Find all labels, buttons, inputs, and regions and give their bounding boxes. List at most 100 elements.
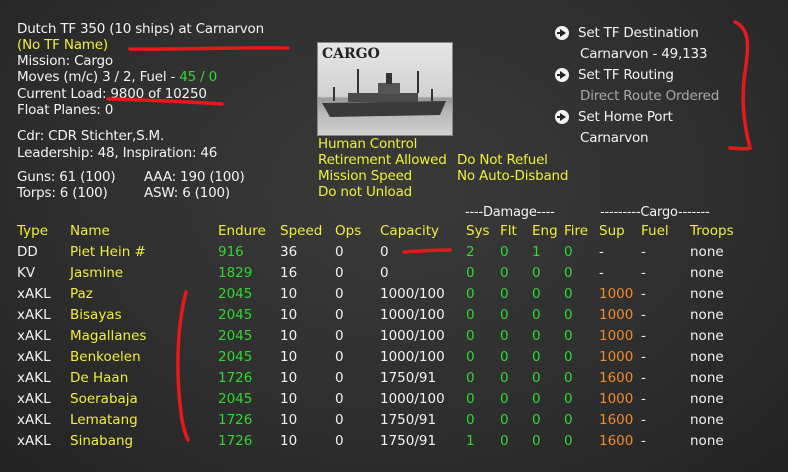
speed-cell: 10 bbox=[280, 390, 298, 407]
set-routing-button[interactable]: Set TF Routing bbox=[578, 67, 674, 83]
setting-disband[interactable]: No Auto-Disband bbox=[457, 168, 568, 184]
speed-cell: 10 bbox=[280, 327, 298, 344]
cargo-troops-cell: none bbox=[690, 243, 724, 260]
table-row[interactable]: xAKL Paz 2045 10 0 1000/100 0 0 0 0 1000- none bbox=[17, 283, 750, 304]
set-home-port-button[interactable]: Set Home Port bbox=[578, 109, 673, 125]
setting-human-control[interactable]: Human Control bbox=[318, 136, 417, 152]
set-destination-button[interactable]: Set TF Destination bbox=[578, 25, 699, 41]
arrow-right-circle-icon[interactable] bbox=[555, 68, 569, 82]
endurance-cell: 1726 bbox=[218, 411, 253, 428]
ship-name-cell[interactable]: Sinabang bbox=[70, 430, 218, 451]
table-row[interactable]: KV Jasmine 1829 16 0 0 0 0 0 0 - - none bbox=[17, 262, 750, 283]
col-endure[interactable]: Endure bbox=[218, 220, 280, 241]
damage-flt-cell: 0 bbox=[500, 348, 509, 365]
speed-cell: 16 bbox=[280, 264, 298, 281]
damage-fire-cell: 0 bbox=[564, 306, 573, 323]
col-eng[interactable]: Eng bbox=[532, 220, 564, 241]
col-flt[interactable]: Flt bbox=[500, 220, 532, 241]
capacity-cell: 1750/91 bbox=[380, 369, 437, 386]
table-row[interactable]: xAKL Benkoelen 2045 10 0 1000/100 0 0 0 0 1000- non… bbox=[17, 346, 750, 367]
col-sup[interactable]: Sup bbox=[599, 220, 641, 241]
col-troops[interactable]: Troops bbox=[690, 220, 750, 241]
ship-type-cell: xAKL bbox=[17, 327, 51, 344]
tf-asw: ASW: 6 (100) bbox=[144, 185, 230, 201]
setting-unload[interactable]: Do not Unload bbox=[318, 184, 412, 200]
ship-name-cell[interactable]: Bisayas bbox=[70, 304, 218, 325]
ship-name-cell[interactable]: De Haan bbox=[70, 367, 218, 388]
ops-cell: 0 bbox=[335, 369, 344, 386]
table-row[interactable]: xAKL Bisayas 2045 10 0 1000/100 0 0 0 0 1000- none bbox=[17, 304, 750, 325]
cargo-fuel-cell: - bbox=[641, 432, 646, 449]
ship-name-cell[interactable]: Paz bbox=[70, 283, 218, 304]
tf-leadership: Leadership: 48, Inspiration: 46 bbox=[17, 145, 218, 161]
damage-flt-cell: 0 bbox=[500, 369, 509, 386]
arrow-right-circle-icon[interactable] bbox=[555, 26, 569, 40]
col-sys[interactable]: Sys bbox=[466, 220, 500, 241]
damage-fire-cell: 0 bbox=[564, 327, 573, 344]
col-fire[interactable]: Fire bbox=[564, 220, 599, 241]
ship-name-cell[interactable]: Magallanes bbox=[70, 325, 218, 346]
damage-eng-cell: 0 bbox=[532, 432, 541, 449]
ship-name-cell[interactable]: Lematang bbox=[70, 409, 218, 430]
damage-group-header: ----Damage---- bbox=[465, 205, 555, 220]
col-type[interactable]: Type bbox=[17, 220, 70, 241]
col-fuel[interactable]: Fuel bbox=[641, 220, 690, 241]
arrow-right-circle-icon[interactable] bbox=[555, 110, 569, 124]
damage-eng-cell: 0 bbox=[532, 390, 541, 407]
table-row[interactable]: DD Piet Hein #916 36 0 0 2 0 1 0 - - none bbox=[17, 241, 750, 262]
endurance-cell: 2045 bbox=[218, 327, 253, 344]
table-row[interactable]: xAKL Sinabang 1726 10 0 1750/91 1 0 0 0 1600- none bbox=[17, 430, 750, 451]
endurance-cell: 2045 bbox=[218, 348, 253, 365]
ship-name-cell[interactable]: Benkoelen bbox=[70, 346, 218, 367]
col-ops[interactable]: Ops bbox=[335, 220, 380, 241]
cargo-supply-cell: 1600 bbox=[599, 432, 634, 449]
setting-retirement[interactable]: Retirement Allowed bbox=[318, 152, 447, 168]
endurance-cell: 916 bbox=[218, 243, 244, 260]
cargo-supply-cell: 1000 bbox=[599, 285, 634, 302]
ops-cell: 0 bbox=[335, 285, 344, 302]
damage-eng-cell: 1 bbox=[532, 243, 541, 260]
setting-mission-speed[interactable]: Mission Speed bbox=[318, 168, 412, 184]
cargo-troops-cell: none bbox=[690, 369, 724, 386]
ship-type-cell: xAKL bbox=[17, 285, 51, 302]
endurance-cell: 1829 bbox=[218, 264, 253, 281]
table-row[interactable]: xAKL Magallanes 2045 10 0 1000/100 0 0 0 0 1000- no… bbox=[17, 325, 750, 346]
capacity-cell: 1000/100 bbox=[380, 285, 445, 302]
col-speed[interactable]: Speed bbox=[280, 220, 335, 241]
damage-flt-cell: 0 bbox=[500, 243, 509, 260]
cargo-fuel-cell: - bbox=[641, 285, 646, 302]
routing-value: Direct Route Ordered bbox=[580, 88, 720, 104]
home-port-value: Carnarvon bbox=[580, 130, 649, 146]
tf-mission: Mission: Cargo bbox=[17, 53, 113, 69]
cargo-supply-cell: - bbox=[599, 264, 604, 281]
ops-cell: 0 bbox=[335, 306, 344, 323]
table-row[interactable]: xAKL De Haan 1726 10 0 1750/91 0 0 0 0 1600- none bbox=[17, 367, 750, 388]
cargo-fuel-cell: - bbox=[641, 411, 646, 428]
tf-commander[interactable]: Cdr: CDR Stichter,S.M. bbox=[17, 128, 164, 144]
ops-cell: 0 bbox=[335, 432, 344, 449]
col-capacity[interactable]: Capacity bbox=[380, 220, 466, 241]
cargo-fuel-cell: - bbox=[641, 369, 646, 386]
ship-name-cell[interactable]: Soerabaja bbox=[70, 388, 218, 409]
damage-flt-cell: 0 bbox=[500, 432, 509, 449]
ship-name-cell[interactable]: Jasmine bbox=[70, 262, 218, 283]
damage-eng-cell: 0 bbox=[532, 327, 541, 344]
ops-cell: 0 bbox=[335, 390, 344, 407]
cargo-troops-cell: none bbox=[690, 411, 724, 428]
ship-class-photo: CARGO bbox=[317, 42, 453, 136]
setting-refuel[interactable]: Do Not Refuel bbox=[457, 152, 548, 168]
cargo-troops-cell: none bbox=[690, 306, 724, 323]
damage-fire-cell: 0 bbox=[564, 432, 573, 449]
table-row[interactable]: xAKL Lematang 1726 10 0 1750/91 0 0 0 0 1600- none bbox=[17, 409, 750, 430]
cargo-supply-cell: 1600 bbox=[599, 369, 634, 386]
ship-name-cell[interactable]: Piet Hein # bbox=[70, 241, 218, 262]
endurance-cell: 1726 bbox=[218, 369, 253, 386]
ship-type-cell: xAKL bbox=[17, 348, 51, 365]
ship-table: Type Name Endure Speed Ops Capacity Sys … bbox=[17, 220, 750, 451]
col-name[interactable]: Name bbox=[70, 220, 218, 241]
ship-type-cell: xAKL bbox=[17, 390, 51, 407]
damage-flt-cell: 0 bbox=[500, 390, 509, 407]
tf-title: Dutch TF 350 (10 ships) at Carnarvon bbox=[17, 21, 264, 37]
tf-name[interactable]: (No TF Name) bbox=[17, 37, 108, 53]
table-row[interactable]: xAKL Soerabaja 2045 10 0 1000/100 0 0 0 0 1000- non… bbox=[17, 388, 750, 409]
